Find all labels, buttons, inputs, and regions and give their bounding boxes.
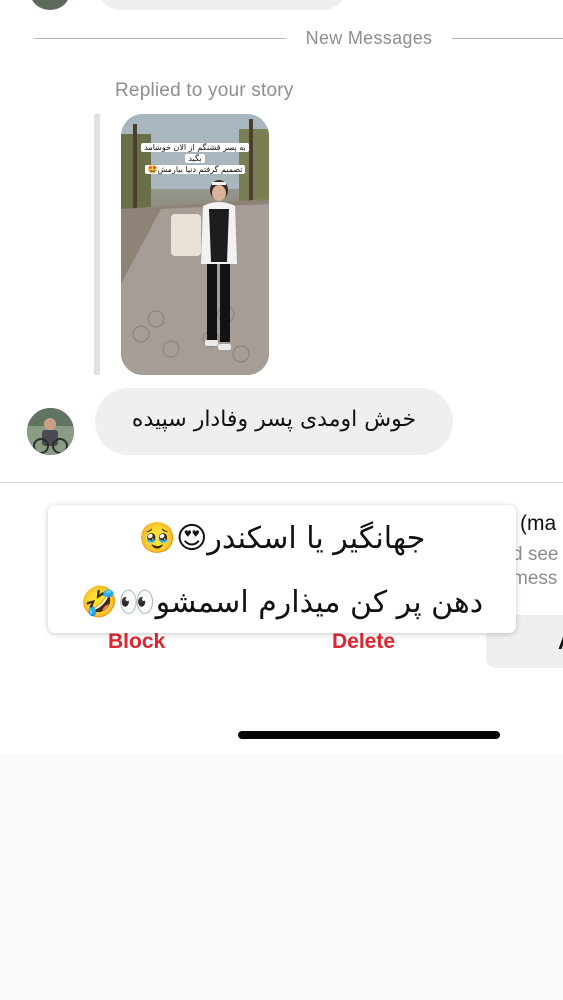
new-messages-label: New Messages [305, 28, 433, 48]
overlay-text-line: جهانگیر یا اسکندر😍🥹 [138, 521, 426, 556]
avatar-photo [27, 408, 74, 455]
story-thumbnail[interactable]: به پسر قشنگم از الان خوشامد بگید تصمیم گ… [121, 114, 269, 375]
story-caption-line: به پسر قشنگم از الان خوشامد [141, 143, 249, 152]
previous-message-bubble[interactable] [96, 0, 348, 10]
dm-screen: New Messages Replied to your story به پس… [0, 0, 563, 1000]
message-thread[interactable]: New Messages Replied to your story به پس… [0, 0, 563, 755]
home-indicator[interactable] [238, 731, 500, 739]
story-reply-label: Replied to your story [115, 80, 294, 101]
request-divider [0, 482, 563, 483]
overlay-text-line: دهن پر کن میذارم اسمشو👀🤣 [80, 585, 484, 620]
request-subtitle: mess [512, 568, 558, 589]
reply-indicator-bar [94, 114, 100, 375]
story-caption-line: بگید [185, 154, 205, 163]
previous-sender-avatar [30, 0, 70, 10]
divider-line-right [452, 38, 563, 39]
request-title: (ma [520, 512, 557, 535]
block-button[interactable]: Block [108, 630, 165, 654]
new-messages-divider: New Messages [0, 26, 563, 52]
accept-label: A [558, 631, 563, 655]
delete-button[interactable]: Delete [332, 630, 395, 654]
text-overlay-note: جهانگیر یا اسکندر😍🥹 دهن پر کن میذارم اسم… [48, 505, 516, 633]
message-text: خوش اومدی پسر وفادار سپیده [131, 407, 417, 432]
divider-line-left [34, 38, 286, 39]
story-caption: به پسر قشنگم از الان خوشامد بگید تصمیم گ… [129, 142, 261, 175]
story-caption-line: تصمیم گرفتم دنیا بیارمش🤩 [144, 165, 246, 174]
sender-avatar[interactable] [27, 408, 74, 455]
request-subtitle: d see [512, 544, 559, 565]
message-bubble[interactable]: خوش اومدی پسر وفادار سپیده [95, 388, 453, 455]
